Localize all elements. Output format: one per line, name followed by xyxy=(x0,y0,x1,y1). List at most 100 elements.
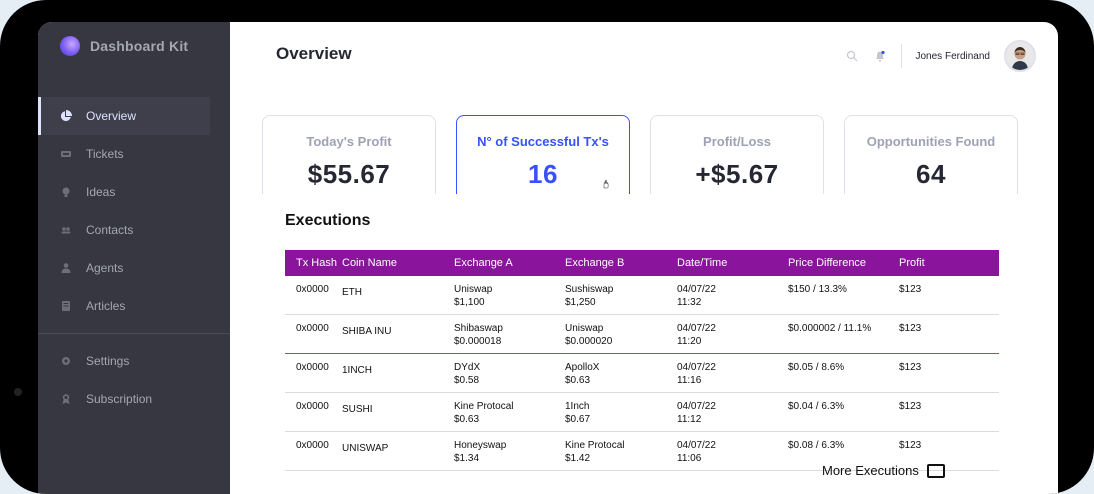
exchange-name: Kine Protocal xyxy=(454,401,514,412)
exchange-b-cell: Uniswap $0.000020 xyxy=(565,314,677,354)
search-icon[interactable] xyxy=(845,49,859,63)
ticket-icon xyxy=(60,148,72,160)
column-header-price-difference[interactable]: Price Difference xyxy=(788,250,899,276)
profit-cell: $123 xyxy=(899,392,999,432)
card-value: +$5.67 xyxy=(695,159,779,189)
page-title: Overview xyxy=(276,44,352,63)
sidebar-item-label: Subscription xyxy=(86,392,153,406)
expand-icon xyxy=(926,463,945,478)
profit-cell: $123 xyxy=(899,314,999,354)
date-time-cell: 04/07/22 11:20 xyxy=(677,314,788,354)
column-header-tx-hash[interactable]: Tx Hash xyxy=(285,250,342,276)
sidebar-item-settings[interactable]: Settings xyxy=(38,342,230,380)
exchange-price: $0.000018 xyxy=(454,336,502,347)
lightbulb-icon xyxy=(60,186,72,198)
app-screen: Dashboard Kit Overview Tickets Ideas Con… xyxy=(38,22,1058,494)
exchange-a-cell: DYdX $0.58 xyxy=(454,353,565,393)
stat-card-profit-loss[interactable]: Profit/Loss +$5.67 xyxy=(650,115,824,194)
time: 11:20 xyxy=(677,336,702,347)
price-difference-cell: $0.000002 / 11.1% xyxy=(788,314,899,354)
tx-hash-cell: 0x0000 xyxy=(285,314,342,354)
agent-icon xyxy=(60,262,72,274)
exchange-price: $1.42 xyxy=(565,453,591,464)
exchange-price: $1.34 xyxy=(454,453,480,464)
stat-card-successful-txs[interactable]: N° of Successful Tx's 16 xyxy=(456,115,630,194)
exchange-name: Sushiswap xyxy=(565,284,614,295)
sidebar-nav: Overview Tickets Ideas Contacts Agents A… xyxy=(38,97,230,418)
exchange-name: DYdX xyxy=(454,362,481,373)
column-header-exchange-b[interactable]: Exchange B xyxy=(565,250,677,276)
sidebar: Dashboard Kit Overview Tickets Ideas Con… xyxy=(38,22,230,494)
more-executions-link[interactable]: More Executions xyxy=(822,463,945,478)
exchange-a-cell: Honeyswap $1.34 xyxy=(454,431,565,471)
exchange-name: Uniswap xyxy=(565,323,604,334)
sidebar-item-label: Articles xyxy=(86,299,126,313)
stat-card-opportunities-found[interactable]: Opportunities Found 64 xyxy=(844,115,1018,194)
table-row[interactable]: 0x0000 ETH Uniswap $1,100 Sushiswap $1,250… xyxy=(285,276,999,315)
exchange-b-cell: Sushiswap $1,250 xyxy=(565,276,677,315)
profit-cell: $123 xyxy=(899,353,999,393)
coin-name: ETH xyxy=(342,287,362,298)
sidebar-item-contacts[interactable]: Contacts xyxy=(38,211,230,249)
bell-icon[interactable] xyxy=(873,49,887,63)
brand-name: Dashboard Kit xyxy=(90,38,189,54)
column-header-coin-name[interactable]: Coin Name xyxy=(342,250,454,276)
exchange-price: $0.63 xyxy=(454,414,480,425)
stat-card-todays-profit[interactable]: Today's Profit $55.67 xyxy=(262,115,436,194)
exchange-price: $0.67 xyxy=(565,414,591,425)
date: 04/07/22 xyxy=(677,440,716,451)
coin-name: SUSHI xyxy=(342,404,373,415)
exchange-name: Shibaswap xyxy=(454,323,503,334)
stat-cards: Today's Profit $55.67 N° of Successful T… xyxy=(262,115,1046,194)
profit-cell: $123 xyxy=(899,276,999,315)
card-title: Today's Profit xyxy=(306,134,392,149)
sidebar-divider xyxy=(38,333,230,334)
exchange-name: 1Inch xyxy=(565,401,590,412)
brand[interactable]: Dashboard Kit xyxy=(60,36,188,56)
sidebar-item-label: Contacts xyxy=(86,223,134,237)
sidebar-item-label: Agents xyxy=(86,261,124,275)
exchange-b-cell: 1Inch $0.67 xyxy=(565,392,677,432)
sidebar-item-overview[interactable]: Overview xyxy=(38,97,210,135)
more-executions-label: More Executions xyxy=(822,463,919,478)
sidebar-item-label: Ideas xyxy=(86,185,116,199)
column-header-profit[interactable]: Profit xyxy=(899,250,999,276)
column-header-exchange-a[interactable]: Exchange A xyxy=(454,250,565,276)
exchange-price: $1,250 xyxy=(565,297,596,308)
card-title: Profit/Loss xyxy=(703,134,771,149)
award-icon xyxy=(60,393,72,405)
card-value: $55.67 xyxy=(307,159,391,189)
time: 11:32 xyxy=(677,297,702,308)
coin-name-cell: SHIBA INU xyxy=(342,314,454,354)
sidebar-item-articles[interactable]: Articles xyxy=(38,287,230,325)
time: 11:06 xyxy=(677,453,702,464)
exchange-a-cell: Kine Protocal $0.63 xyxy=(454,392,565,432)
column-header-date-time[interactable]: Date/Time xyxy=(677,250,788,276)
coin-name-cell: SUSHI xyxy=(342,392,454,432)
avatar[interactable] xyxy=(1004,40,1036,72)
article-icon xyxy=(60,300,72,312)
sidebar-item-subscription[interactable]: Subscription xyxy=(38,380,230,418)
camera-dot xyxy=(14,388,22,396)
exchange-name: Uniswap xyxy=(454,284,493,295)
exchange-b-cell: Kine Protocal $1.42 xyxy=(565,431,677,471)
hand-cursor-icon xyxy=(603,179,609,189)
tx-hash-cell: 0x0000 xyxy=(285,353,342,393)
date-time-cell: 04/07/22 11:06 xyxy=(677,431,788,471)
time: 11:12 xyxy=(677,414,702,425)
exchange-b-cell: ApolloX $0.63 xyxy=(565,353,677,393)
date-time-cell: 04/07/22 11:32 xyxy=(677,276,788,315)
table-row[interactable]: 0x0000 SUSHI Kine Protocal $0.63 1Inch $0.… xyxy=(285,392,999,432)
table-row[interactable]: 0x0000 1INCH DYdX $0.58 ApolloX $0.63 04/0… xyxy=(285,353,999,393)
tx-hash-cell: 0x0000 xyxy=(285,431,342,471)
device-frame: Dashboard Kit Overview Tickets Ideas Con… xyxy=(0,0,1094,494)
user-name[interactable]: Jones Ferdinand xyxy=(916,51,991,62)
sidebar-item-agents[interactable]: Agents xyxy=(38,249,230,287)
coin-name: SHIBA INU xyxy=(342,326,392,337)
table-row[interactable]: 0x0000 SHIBA INU Shibaswap $0.000018 Unis… xyxy=(285,314,999,354)
sidebar-item-tickets[interactable]: Tickets xyxy=(38,135,230,173)
card-title: Opportunities Found xyxy=(866,134,996,149)
price-difference-cell: $0.05 / 8.6% xyxy=(788,353,899,393)
sidebar-item-ideas[interactable]: Ideas xyxy=(38,173,230,211)
coin-name: 1INCH xyxy=(342,365,373,376)
